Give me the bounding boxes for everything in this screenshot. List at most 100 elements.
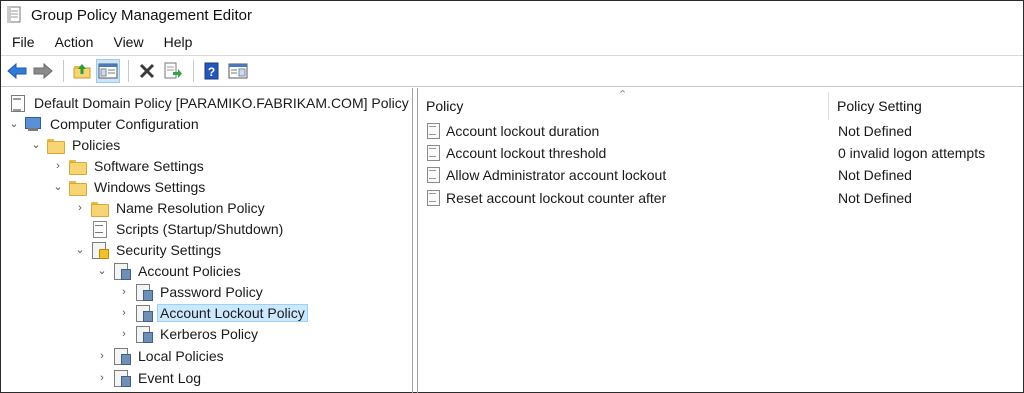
tree-item-label: Default Domain Policy [PARAMIKO.FABRIKAM… [34,94,409,111]
tree-item-policies[interactable]: ⌄ Policies [29,134,123,155]
tree-item-password-policy[interactable]: › Password Policy [117,281,266,302]
script-document-icon [90,220,108,238]
tree-item-software-settings[interactable]: › Software Settings [51,155,207,176]
policy-name: Reset account lockout counter after [446,190,667,206]
chevron-right-icon[interactable]: › [95,367,109,388]
app-window: Group Policy Management Editor File Acti… [0,0,1024,393]
policy-folder-icon [134,304,153,322]
toolbar-separator [193,60,194,82]
title-bar: Group Policy Management Editor [1,1,1023,29]
folder-icon [46,136,65,154]
menu-help[interactable]: Help [153,34,202,50]
svg-text:?: ? [208,65,215,79]
app-gpo-icon [7,6,23,24]
tree-item-account-lockout-policy[interactable]: › Account Lockout Policy [117,302,308,323]
console-tree[interactable]: Default Domain Policy [PARAMIKO.FABRIKAM… [1,88,413,393]
policy-folder-icon [112,347,131,365]
column-header-label: Policy [426,98,464,114]
tree-item-kerberos-policy[interactable]: › Kerberos Policy [117,323,261,344]
tree-item-label: Policies [72,136,121,153]
menu-view[interactable]: View [102,34,152,50]
tree-item-label: Name Resolution Policy [116,199,265,216]
tree-item-label: Security Settings [116,241,222,258]
export-list-icon[interactable] [161,59,185,83]
tree-item-label: Software Settings [94,157,204,174]
chevron-down-icon[interactable]: ⌄ [95,260,109,281]
toolbar: ? [1,55,1023,87]
folder-icon [68,178,87,196]
column-header-label: Policy Setting [837,98,922,114]
tree-item-name-resolution-policy[interactable]: › Name Resolution Policy [73,197,268,218]
gpo-document-icon [8,94,26,112]
folder-icon [90,199,109,217]
details-pane[interactable]: ⌃ Policy Policy Setting Account lockout … [417,88,1023,393]
show-hide-tree-icon[interactable] [96,59,120,83]
policy-value: Not Defined [838,123,912,139]
policy-folder-icon [112,369,131,387]
folder-icon [68,157,87,175]
tree-item-label: Scripts (Startup/Shutdown) [116,220,284,237]
column-header-policy-setting[interactable]: Policy Setting [837,88,922,124]
chevron-right-icon[interactable]: › [117,302,131,323]
list-item[interactable]: Account lockout threshold 0 invalid logo… [418,142,1018,164]
tree-item-root[interactable]: Default Domain Policy [PARAMIKO.FABRIKAM… [5,92,412,113]
policy-setting-icon [426,189,442,206]
security-lock-icon [90,241,109,259]
tree-item-label: Kerberos Policy [160,325,259,342]
tree-item-security-settings[interactable]: ⌄ Security Settings [73,239,224,260]
policy-value: 0 invalid logon attempts [838,145,986,161]
tree-item-local-policies[interactable]: › Local Policies [95,345,227,366]
tree-item-event-log[interactable]: › Event Log [95,367,204,388]
policy-folder-icon [112,262,131,280]
list-item[interactable]: Account lockout duration Not Defined [418,120,1018,142]
menu-bar: File Action View Help [1,31,1023,53]
list-item[interactable]: Reset account lockout counter after Not … [418,187,1018,209]
chevron-right-icon[interactable]: › [73,197,87,218]
policy-folder-icon [134,325,153,343]
policy-name: Account lockout threshold [446,145,607,161]
policy-name: Allow Administrator account lockout [446,167,667,183]
policy-folder-icon [134,283,153,301]
tree-item-label: Account Lockout Policy [157,303,308,322]
up-folder-icon[interactable] [70,59,94,83]
tree-item-label: Password Policy [160,283,263,300]
column-divider[interactable] [828,92,829,120]
policy-setting-icon [426,122,442,139]
tree-item-windows-settings[interactable]: ⌄ Windows Settings [51,176,208,197]
chevron-right-icon[interactable]: › [117,281,131,302]
back-icon[interactable] [5,59,29,83]
menu-file[interactable]: File [1,34,44,50]
forward-icon[interactable] [31,59,55,83]
chevron-right-icon[interactable]: › [51,155,65,176]
toolbar-separator [128,60,129,82]
list-item[interactable]: Allow Administrator account lockout Not … [418,164,1018,186]
policy-setting-icon [426,166,442,183]
chevron-right-icon[interactable]: › [117,323,131,344]
chevron-down-icon[interactable]: ⌄ [7,113,21,134]
policy-value: Not Defined [838,190,912,206]
chevron-down-icon[interactable]: ⌄ [73,239,87,260]
menu-action[interactable]: Action [44,34,103,50]
tree-item-label: Local Policies [138,347,224,364]
tree-item-account-policies[interactable]: ⌄ Account Policies [95,260,244,281]
computer-icon [24,115,42,133]
sort-ascending-icon: ⌃ [618,89,628,101]
toolbar-separator [63,60,64,82]
policy-setting-icon [426,144,442,161]
policy-value: Not Defined [838,167,912,183]
window-title: Group Policy Management Editor [31,6,252,24]
tree-item-label: Event Log [138,369,202,386]
help-icon[interactable]: ? [200,59,224,83]
chevron-down-icon[interactable]: ⌄ [29,134,43,155]
tree-item-label: Windows Settings [94,178,206,195]
chevron-down-icon[interactable]: ⌄ [51,176,65,197]
chevron-right-icon[interactable]: › [95,345,109,366]
tree-item-computer-configuration[interactable]: ⌄ Computer Configuration [7,113,202,134]
delete-icon[interactable] [135,59,159,83]
column-header-policy[interactable]: Policy [426,88,463,124]
properties-pane-icon[interactable] [226,59,250,83]
tree-item-label: Account Policies [138,262,241,279]
tree-item-label: Computer Configuration [50,115,199,132]
tree-item-scripts[interactable]: Scripts (Startup/Shutdown) [73,218,286,239]
